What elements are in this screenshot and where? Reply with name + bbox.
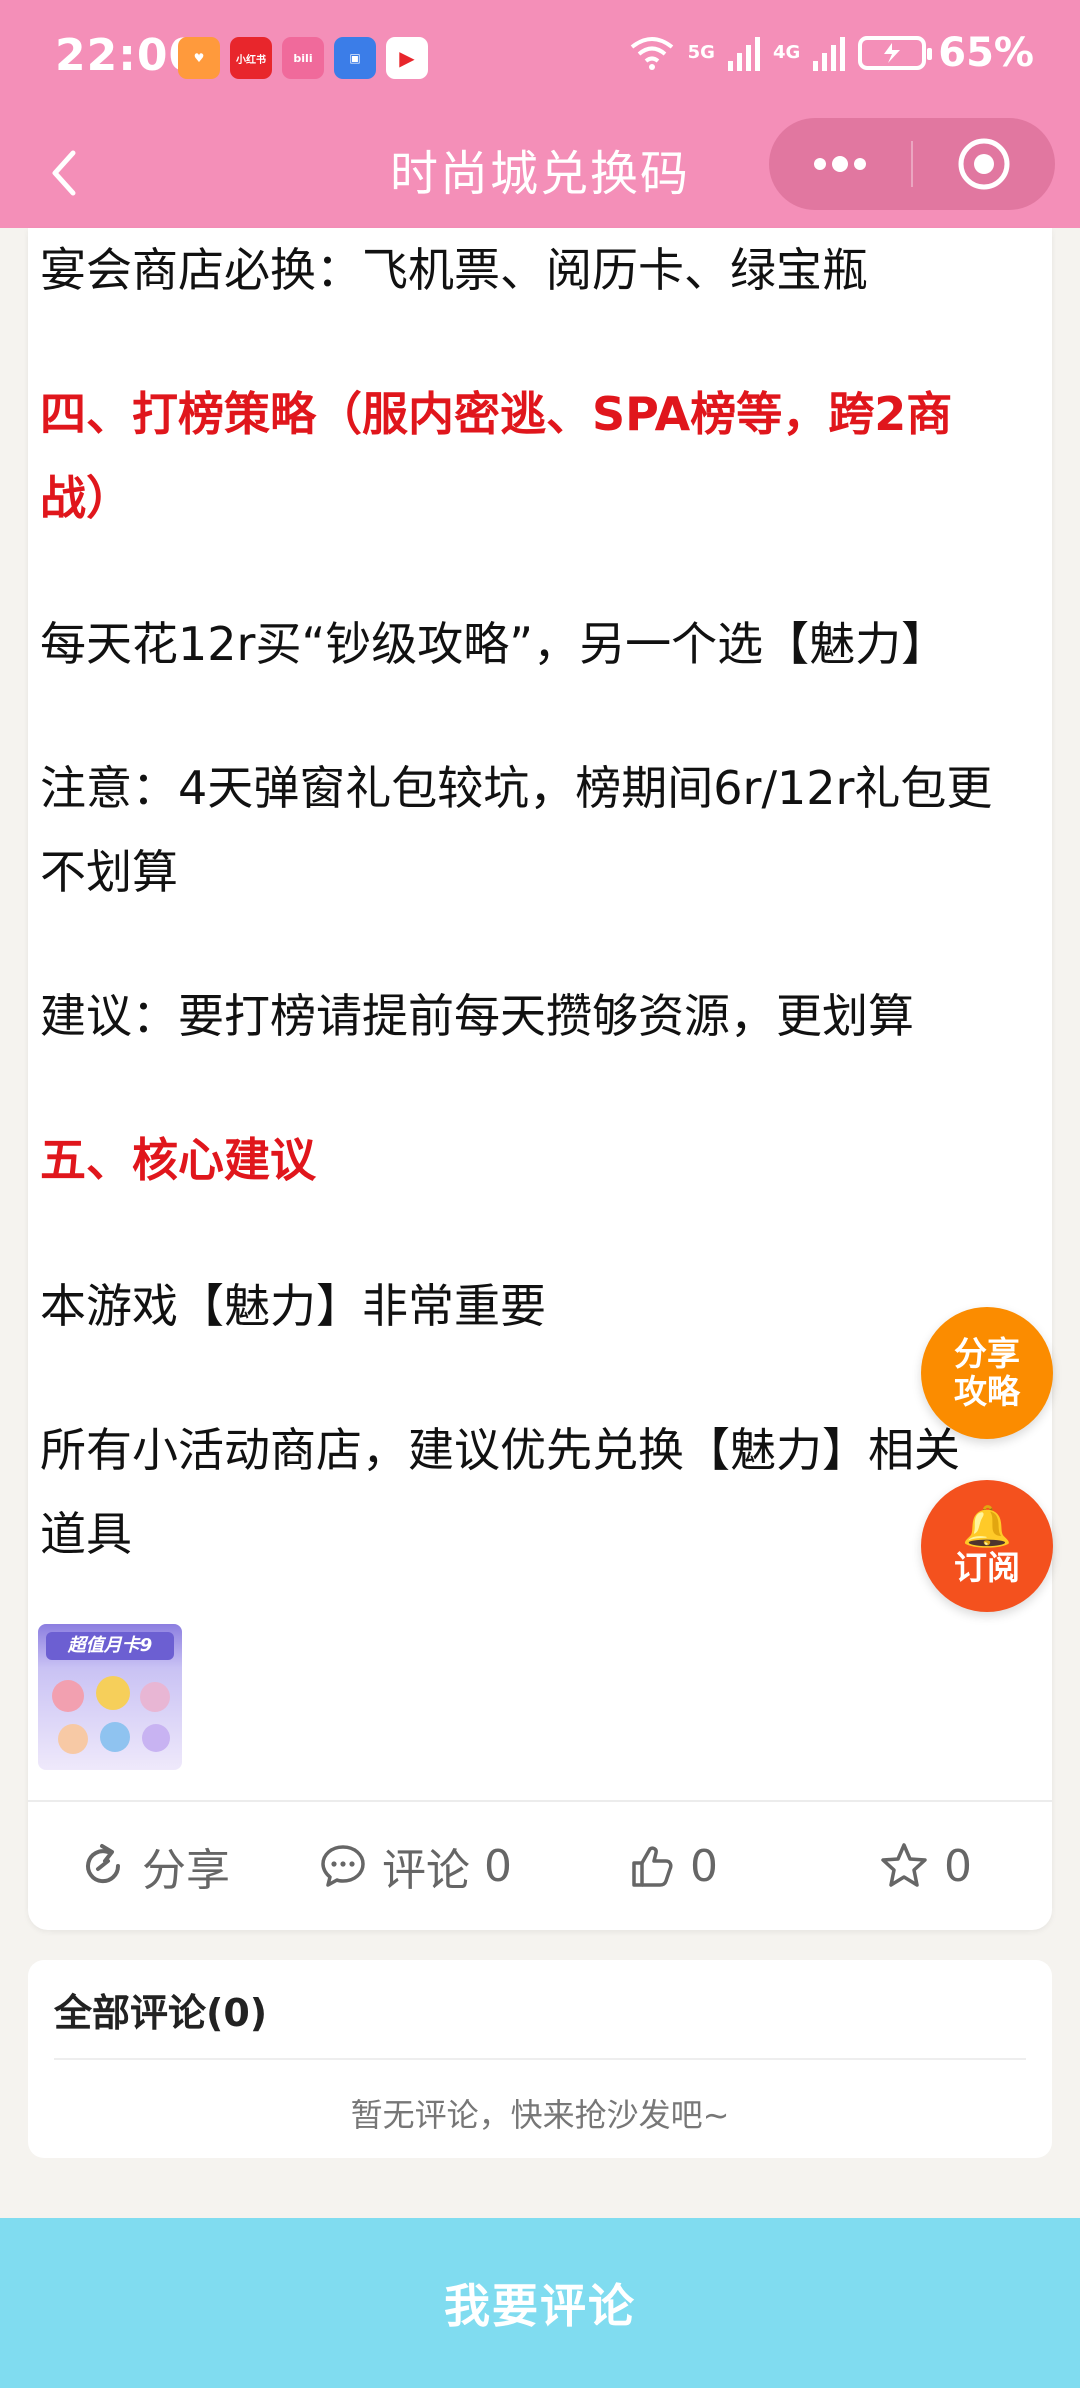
section-heading: 四、打榜策略（服内密逃、SPA榜等，跨2商	[40, 387, 953, 441]
signal-bars-icon	[813, 37, 846, 71]
notification-icons: ♥ 小红书 bili ▣ ▶	[178, 37, 428, 79]
blue-app-icon: ▣	[334, 37, 376, 79]
article-paragraph: 注意：4天弹窗礼包较坑，榜期间6r/12r礼包更	[40, 761, 993, 815]
signal-4g-label: 4G	[772, 42, 801, 63]
favorite-button[interactable]: 0	[878, 1834, 972, 1898]
bilibili-app-icon: bili	[282, 37, 324, 79]
like-count: 0	[690, 1840, 718, 1892]
subscribe-button[interactable]: 🔔 订阅	[921, 1480, 1053, 1612]
comments-title: 全部评论(0)	[54, 1991, 268, 2035]
xiaohongshu-app-icon: 小红书	[230, 37, 272, 79]
battery-percent: 65%	[938, 30, 1034, 76]
title-bar: 时尚城兑换码	[0, 118, 1080, 228]
signal-5g-label: 5G	[687, 42, 715, 63]
heart-app-icon: ♥	[178, 37, 220, 79]
comment-label: 评论	[382, 1845, 470, 1896]
article-paragraph: 道具	[40, 1507, 132, 1561]
more-dots-icon	[814, 156, 866, 172]
star-icon	[881, 1843, 927, 1887]
favorite-count: 0	[944, 1840, 972, 1892]
thumbnail-item	[100, 1722, 130, 1752]
share-label: 分享	[142, 1845, 230, 1896]
share-button[interactable]: 分享	[78, 1834, 230, 1898]
status-bar: 22:00 ♥ 小红书 bili ▣ ▶ 5G 4G 65%	[0, 0, 1080, 118]
comment-button[interactable]: 评论 0	[318, 1834, 512, 1898]
article-paragraph: 建议：要打榜请提前每天攒够资源，更划算	[40, 989, 914, 1043]
write-comment-label: 我要评论	[444, 2279, 636, 2333]
bell-icon: 🔔	[962, 1504, 1012, 1550]
divider	[54, 2058, 1026, 2060]
comments-empty-text: 暂无评论，快来抢沙发吧~	[350, 2096, 730, 2134]
section-heading: 五、核心建议	[40, 1133, 316, 1187]
comments-panel: 全部评论(0) 暂无评论，快来抢沙发吧~	[28, 1960, 1052, 2158]
article-paragraph: 不划算	[40, 845, 178, 899]
like-button[interactable]: 0	[626, 1834, 718, 1898]
share-guide-label-line1: 分享	[954, 1334, 1020, 1373]
thumbnail-item	[140, 1682, 170, 1712]
thumbnail-item	[96, 1676, 130, 1710]
share-guide-label-line2: 攻略	[954, 1372, 1020, 1411]
section-heading: 战）	[40, 471, 132, 525]
share-refresh-icon	[86, 1844, 121, 1884]
write-comment-button[interactable]: 我要评论	[0, 2218, 1080, 2388]
article-paragraph: 所有小活动商店，建议优先兑换【魅力】相关	[40, 1423, 960, 1477]
thumbnail-caption: 超值月卡9	[46, 1632, 174, 1660]
miniapp-capsule	[769, 118, 1055, 210]
share-guide-button[interactable]: 分享 攻略	[921, 1307, 1053, 1439]
top-bar: 22:00 ♥ 小红书 bili ▣ ▶ 5G 4G 65% 时尚城兑换码	[0, 0, 1080, 228]
signal-bars-icon	[727, 37, 760, 71]
article-image-thumbnail[interactable]: 超值月卡9	[38, 1624, 182, 1770]
more-button[interactable]	[769, 118, 911, 210]
thumbnail-item	[58, 1724, 88, 1754]
thumbnail-item	[142, 1724, 170, 1752]
comment-count: 0	[484, 1840, 512, 1892]
comment-bubble-icon	[321, 1845, 365, 1887]
thumbnail-item	[52, 1680, 84, 1712]
wifi-icon	[630, 37, 673, 70]
article-card: 宴会商店必换：飞机票、阅历卡、绿宝瓶 四、打榜策略（服内密逃、SPA榜等，跨2商…	[28, 228, 1052, 1930]
battery-icon	[858, 36, 933, 70]
thumbs-up-icon	[632, 1846, 673, 1887]
article-paragraph: 本游戏【魅力】非常重要	[40, 1279, 546, 1333]
status-indicators: 5G 4G 65%	[628, 30, 1034, 76]
close-miniapp-button[interactable]	[913, 118, 1055, 210]
subscribe-label: 订阅	[954, 1548, 1020, 1587]
target-circle-icon	[958, 138, 1010, 190]
article-paragraph: 宴会商店必换：飞机票、阅历卡、绿宝瓶	[40, 243, 868, 297]
article-action-bar: 分享 评论 0 0 0	[28, 1802, 1052, 1930]
play-app-icon: ▶	[386, 37, 428, 79]
article-paragraph: 每天花12r买“钞级攻略”，另一个选【魅力】	[40, 617, 948, 671]
